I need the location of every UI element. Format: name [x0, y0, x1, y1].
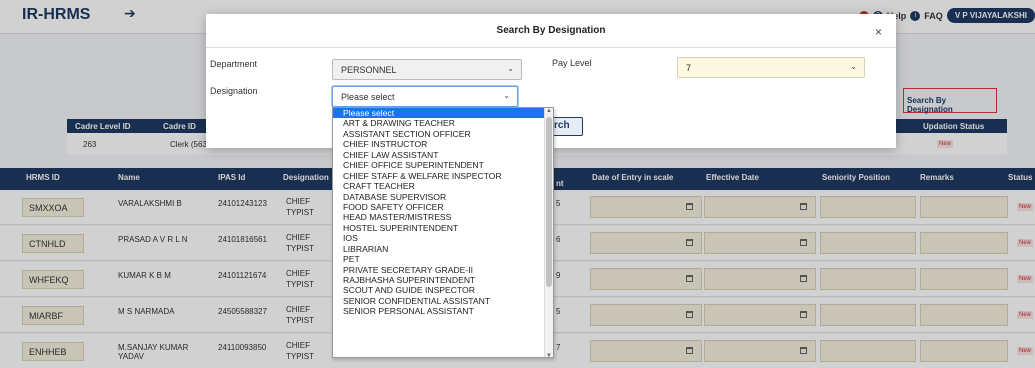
dropdown-options: Please select ART & DRAWING TEACHER ASSIST… [333, 108, 553, 317]
dropdown-option[interactable]: FOOD SAFETY OFFICER [333, 202, 553, 212]
department-select[interactable]: PERSONNEL ⌄ [332, 59, 522, 80]
dropdown-option[interactable]: SCOUT AND GUIDE INSPECTOR [333, 285, 553, 295]
dropdown-option[interactable]: ART & DRAWING TEACHER [333, 118, 553, 128]
dropdown-option[interactable]: Please select [333, 108, 553, 119]
dropdown-option[interactable]: CHIEF STAFF & WELFARE INSPECTOR [333, 171, 553, 181]
search-button[interactable]: rch [551, 117, 583, 136]
department-label: Department [210, 59, 258, 69]
dropdown-scrollbar[interactable]: ▲ ▼ [544, 108, 553, 357]
dropdown-option[interactable]: SENIOR CONFIDENTIAL ASSISTANT [333, 296, 553, 306]
pay-level-value: 7 [686, 63, 692, 73]
dropdown-option[interactable]: HOSTEL SUPERINTENDENT [333, 223, 553, 233]
dropdown-option[interactable]: HEAD MASTER/MISTRESS [333, 212, 553, 222]
chevron-down-icon: ⌄ [507, 64, 514, 73]
pay-level-label: Pay Level [552, 58, 592, 68]
dropdown-option[interactable]: LIBRARIAN [333, 244, 553, 254]
dropdown-option[interactable]: CRAFT TEACHER [333, 181, 553, 191]
designation-select[interactable]: Please select ⌄ [332, 86, 518, 107]
dropdown-option[interactable]: RAJBHASHA SUPERINTENDENT [333, 275, 553, 285]
designation-dropdown-list: Please select ART & DRAWING TEACHER ASSIST… [332, 107, 554, 358]
dropdown-option[interactable]: CHIEF LAW ASSISTANT [333, 150, 553, 160]
scrollbar-thumb[interactable] [546, 117, 552, 287]
dropdown-option[interactable]: PRIVATE SECRETARY GRADE-II [333, 265, 553, 275]
dropdown-option[interactable]: SENIOR PERSONAL ASSISTANT [333, 306, 553, 316]
designation-label: Designation [210, 86, 258, 96]
dropdown-option[interactable]: CHIEF OFFICE SUPERINTENDENT [333, 160, 553, 170]
chevron-down-icon: ⌄ [850, 62, 857, 71]
scroll-up-icon[interactable]: ▲ [546, 108, 552, 114]
dropdown-option[interactable]: PET [333, 254, 553, 264]
modal-title: Search By Designation [206, 14, 896, 48]
dropdown-option[interactable]: DATABASE SUPERVISOR [333, 192, 553, 202]
pay-level-select[interactable]: 7 ⌄ [677, 57, 865, 78]
designation-value: Please select [341, 92, 395, 102]
close-icon[interactable]: × [875, 25, 882, 39]
chevron-down-icon: ⌄ [503, 91, 510, 100]
scroll-down-icon[interactable]: ▼ [546, 353, 552, 357]
department-value: PERSONNEL [341, 65, 397, 75]
dropdown-option[interactable]: CHIEF INSTRUCTOR [333, 139, 553, 149]
dropdown-option[interactable]: IOS [333, 233, 553, 243]
dropdown-option[interactable]: ASSISTANT SECTION OFFICER [333, 129, 553, 139]
